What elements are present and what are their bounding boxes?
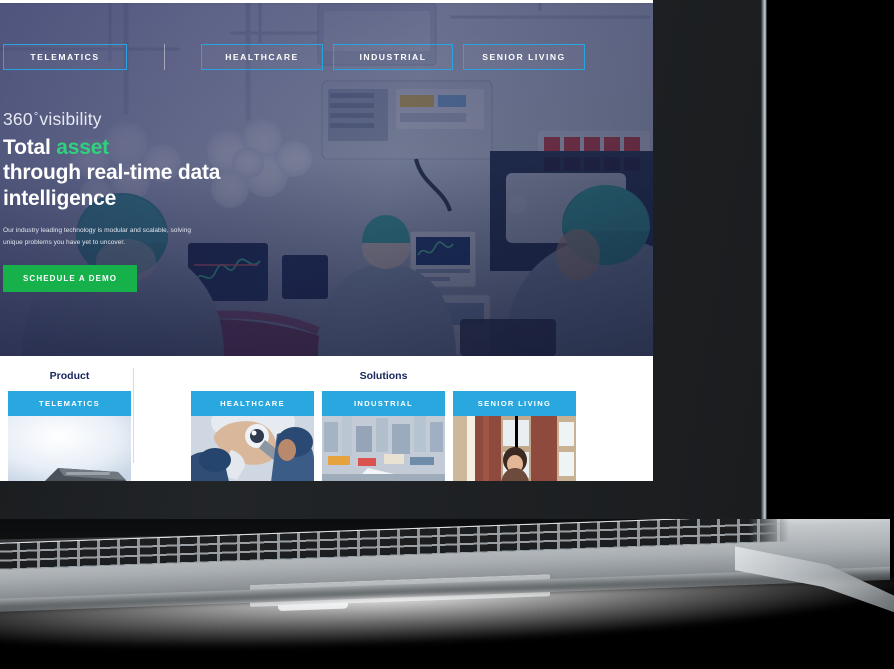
hero-tab-telematics[interactable]: TELEMATICS [3,44,127,70]
card-industrial[interactable]: INDUSTRIAL [322,391,445,481]
laptop-base [0,519,894,669]
card-industrial-label: INDUSTRIAL [322,391,445,416]
card-senior-living[interactable]: SENIOR LIVING [453,391,576,481]
site-navbar: QUAKE GLOBAL SOLUTIONS PRODUCTS [0,0,653,3]
telematics-device-photo [8,416,131,481]
headline-part-1: Total [3,136,57,159]
woman-by-window-photo [453,416,576,481]
browser-viewport: QUAKE GLOBAL SOLUTIONS PRODUCTS [0,0,653,481]
hero-section: TELEMATICS HEALTHCARE INDUSTRIAL SENIOR … [0,3,653,356]
section-divider [133,368,134,463]
hero-paragraph: Our industry leading technology is modul… [3,227,192,246]
laptop-mockup: QUAKE GLOBAL SOLUTIONS PRODUCTS [0,0,894,669]
product-heading: Product [49,370,90,382]
card-senior-living-label: SENIOR LIVING [453,391,576,416]
tab-divider [164,44,165,70]
solutions-heading: Solutions [359,370,408,382]
lid-right-edge [761,0,766,562]
card-telematics[interactable]: TELEMATICS [8,391,131,481]
degree-symbol: ° [33,111,39,123]
headline-part-2: through real-time data [3,161,221,185]
card-healthcare-label: HEALTHCARE [191,391,314,416]
hero-tab-healthcare[interactable]: HEALTHCARE [201,44,323,70]
surgeons-operating-photo [191,416,314,481]
hero-eyebrow-word: visibility [39,109,102,129]
card-healthcare[interactable]: HEALTHCARE [191,391,314,481]
hero-category-tabs: TELEMATICS HEALTHCARE INDUSTRIAL SENIOR … [3,3,653,70]
laptop-lid: QUAKE GLOBAL SOLUTIONS PRODUCTS [0,0,766,562]
hero-tab-industrial[interactable]: INDUSTRIAL [333,44,453,70]
hero-tab-senior-living[interactable]: SENIOR LIVING [463,44,585,70]
hero-eyebrow: 360°visibility [3,109,653,130]
headline-accent: asset [56,136,109,159]
hero-eyebrow-number: 360 [3,109,33,129]
card-telematics-label: TELEMATICS [8,391,131,416]
headline-part-3: intelligence [3,186,117,210]
schedule-demo-button[interactable]: SCHEDULE A DEMO [3,265,138,293]
product-solutions-section: Product Solutions TELEMATICS HEALTHCARE … [0,356,653,481]
factory-warehouse-photo [322,416,445,481]
hero-headline: Total asset through real-time data intel… [3,135,653,211]
